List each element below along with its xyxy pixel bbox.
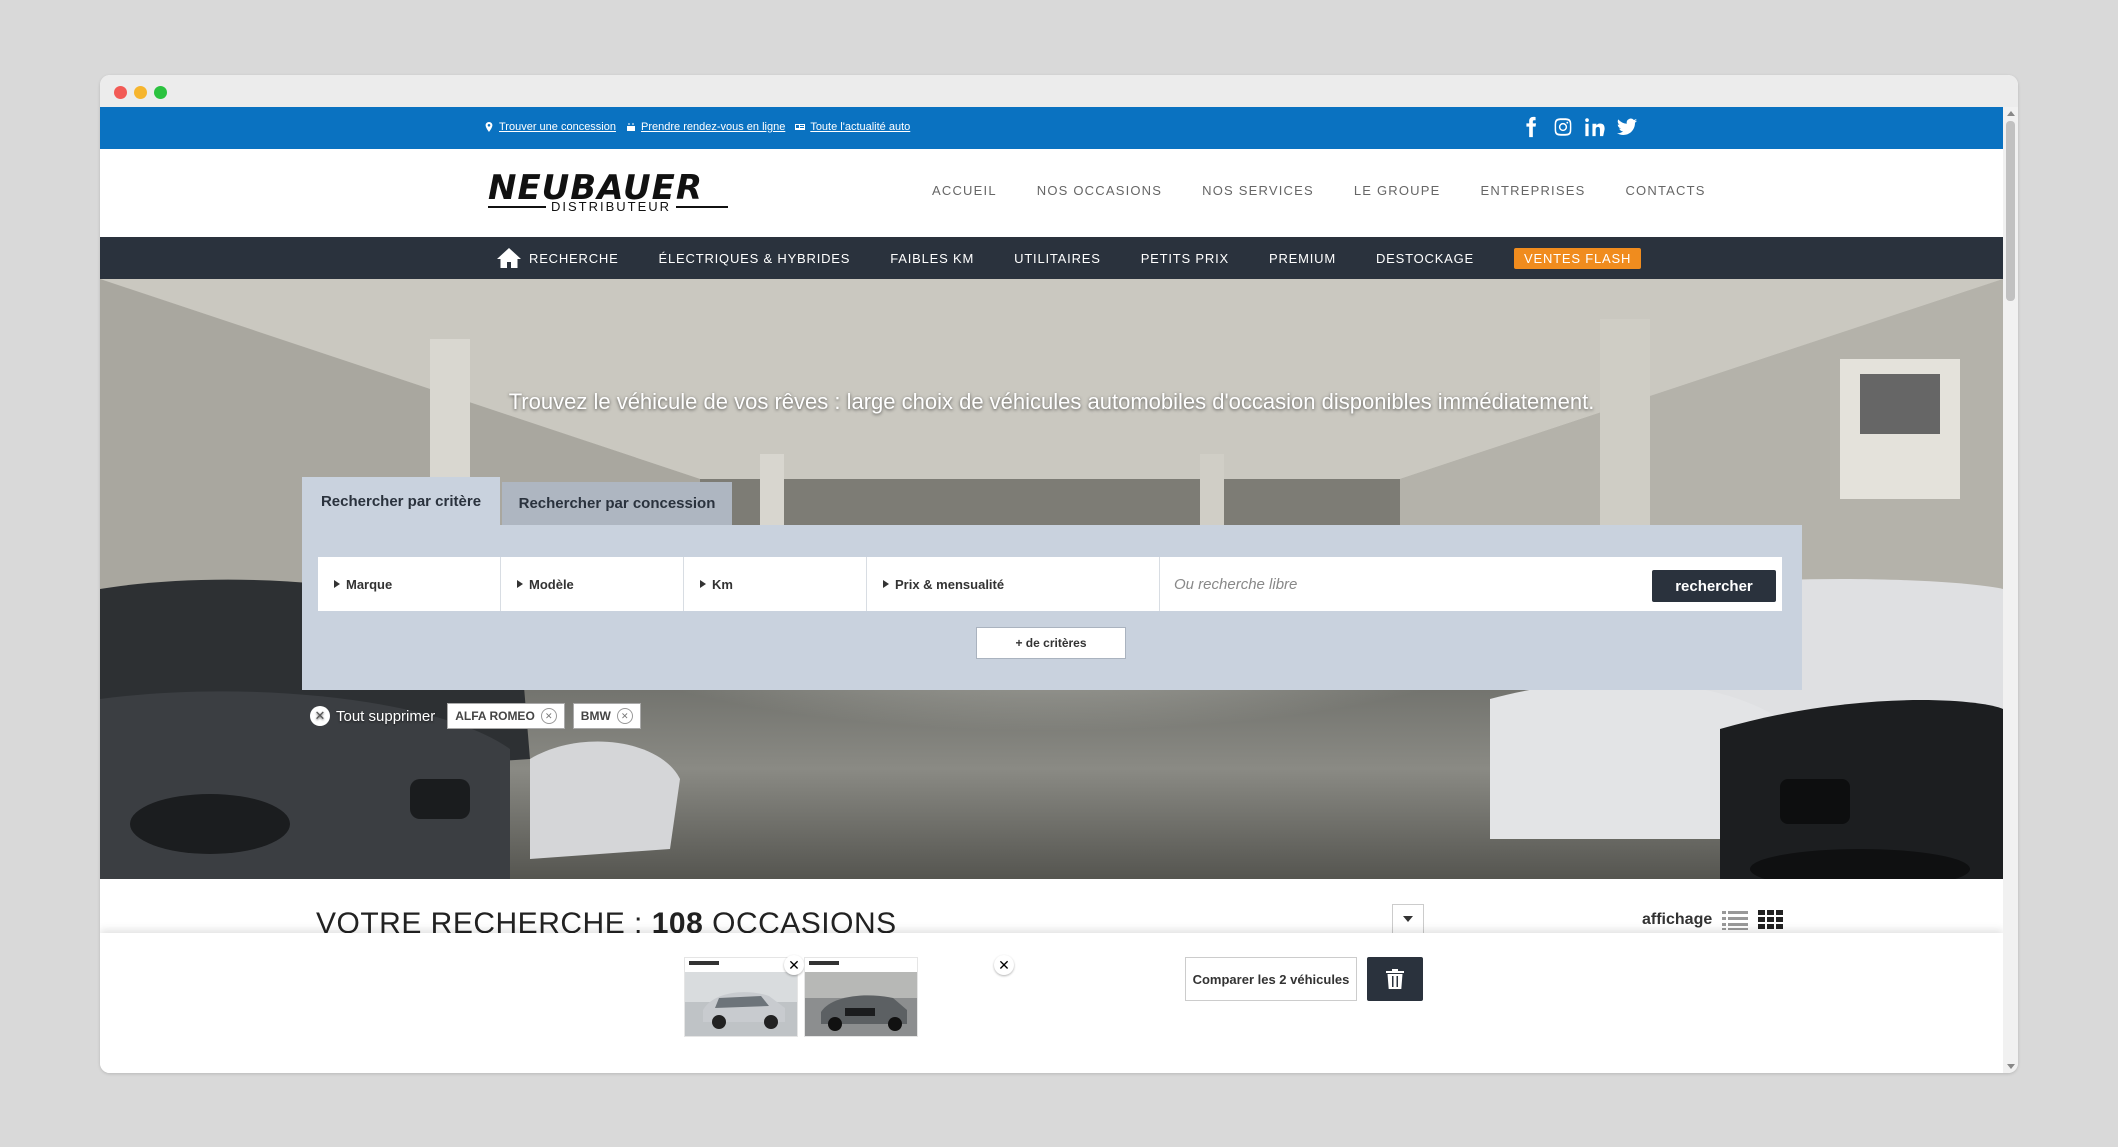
linkedin-icon[interactable]: [1584, 116, 1606, 138]
newspaper-icon: [795, 124, 806, 130]
chevron-down-icon: [1403, 916, 1413, 922]
twitter-icon[interactable]: [1616, 116, 1638, 138]
find-dealer-label: Trouver une concession: [499, 121, 616, 133]
model-select[interactable]: Modèle: [501, 557, 684, 611]
price-select-label: Prix & mensualité: [895, 576, 1005, 592]
more-criteria-button[interactable]: + de critères: [976, 627, 1126, 659]
close-window-icon[interactable]: [114, 86, 127, 99]
scrollbar-thumb[interactable]: [2006, 121, 2015, 301]
category-recherche-label: RECHERCHE: [529, 250, 619, 266]
category-petits-prix[interactable]: PETITS PRIX: [1141, 251, 1229, 266]
logo-sub-text: DISTRIBUTEUR: [546, 200, 677, 213]
trash-icon: [1386, 969, 1404, 989]
vehicle-photo: [805, 958, 917, 1036]
display-mode-label: affichage: [1642, 911, 1713, 928]
appointment-label: Prendre rendez-vous en ligne: [641, 121, 786, 133]
caret-right-icon: [517, 580, 523, 588]
category-faibles-km[interactable]: FAIBLES KM: [890, 251, 974, 266]
category-premium[interactable]: PREMIUM: [1269, 251, 1336, 266]
nav-nos-services[interactable]: NOS SERVICES: [1202, 183, 1314, 198]
filter-chip-alfa-romeo[interactable]: ALFA ROMEO ✕: [447, 703, 565, 729]
sort-dropdown[interactable]: [1392, 904, 1424, 934]
find-dealer-link[interactable]: Trouver une concession: [484, 121, 616, 133]
category-ventes-flash[interactable]: VENTES FLASH: [1514, 247, 1642, 269]
instagram-icon[interactable]: [1552, 116, 1574, 138]
remove-filter-icon[interactable]: ✕: [540, 708, 557, 724]
caret-right-icon: [334, 580, 340, 588]
search-panel: Marque Modèle Km Prix & mensualité Ou re…: [302, 525, 1802, 690]
scroll-down-icon[interactable]: [2007, 1064, 2015, 1069]
tab-search-by-dealer[interactable]: Rechercher par concession: [502, 482, 732, 525]
compare-vehicle-thumbnail[interactable]: [804, 957, 918, 1037]
nav-entreprises[interactable]: ENTREPRISES: [1481, 183, 1586, 198]
minimize-window-icon[interactable]: [134, 86, 147, 99]
remove-compare-icon[interactable]: ✕: [994, 955, 1014, 975]
web-page: Trouver une concession Prendre rendez-vo…: [100, 107, 2003, 1073]
active-filters: ✕ Tout supprimer ALFA ROMEO ✕ BMW ✕: [310, 703, 641, 729]
clear-all-filters[interactable]: ✕ Tout supprimer: [310, 706, 435, 726]
hero-banner: Trouvez le véhicule de vos rêves : large…: [100, 279, 2003, 879]
category-recherche[interactable]: RECHERCHE: [497, 247, 619, 269]
nav-accueil[interactable]: ACCUEIL: [932, 183, 997, 198]
main-nav: ACCUEIL NOS OCCASIONS NOS SERVICES LE GR…: [932, 183, 1746, 198]
compare-bar: ✕ ✕ Comparer les 2 véhicules: [100, 933, 2003, 1073]
news-label: Toute l'actualité auto: [810, 121, 911, 133]
category-destockage[interactable]: DESTOCKAGE: [1376, 251, 1474, 266]
display-mode: affichage: [1642, 909, 1784, 931]
price-select[interactable]: Prix & mensualité: [867, 557, 1160, 611]
scroll-up-icon[interactable]: [2007, 111, 2015, 116]
km-select-label: Km: [712, 576, 733, 592]
window-titlebar: [100, 75, 2018, 107]
filter-chip-label: BMW: [580, 709, 611, 723]
list-view-icon[interactable]: [1722, 909, 1749, 931]
compare-vehicle-thumbnail[interactable]: [684, 957, 798, 1037]
clear-all-label: Tout supprimer: [336, 707, 436, 725]
filter-chip-label: ALFA ROMEO: [455, 709, 535, 723]
facebook-icon[interactable]: [1520, 116, 1542, 138]
grid-view-icon[interactable]: [1758, 909, 1784, 931]
model-select-label: Modèle: [529, 576, 574, 592]
close-circle-icon: ✕: [310, 706, 330, 726]
brand-select[interactable]: Marque: [318, 557, 501, 611]
free-search-input[interactable]: Ou recherche libre: [1160, 557, 1640, 611]
home-icon: [497, 248, 521, 268]
map-pin-icon: [485, 122, 493, 132]
nav-contacts[interactable]: CONTACTS: [1625, 183, 1705, 198]
compare-vehicles-button[interactable]: Comparer les 2 véhicules: [1185, 957, 1357, 1001]
news-link[interactable]: Toute l'actualité auto: [795, 121, 910, 133]
top-bar: Trouver une concession Prendre rendez-vo…: [100, 107, 2003, 149]
filter-chip-bmw[interactable]: BMW ✕: [572, 703, 641, 729]
vehicle-photo: [685, 958, 797, 1036]
appointment-link[interactable]: Prendre rendez-vous en ligne: [626, 121, 785, 133]
nav-nos-occasions[interactable]: NOS OCCASIONS: [1037, 183, 1162, 198]
nav-le-groupe[interactable]: LE GROUPE: [1354, 183, 1441, 198]
calendar-icon: [627, 123, 635, 131]
category-utilitaires[interactable]: UTILITAIRES: [1014, 251, 1101, 266]
remove-compare-icon[interactable]: ✕: [784, 955, 804, 975]
site-header: NEUBAUER DISTRIBUTEUR ACCUEIL NOS OCCASI…: [100, 149, 2003, 237]
site-logo[interactable]: NEUBAUER DISTRIBUTEUR: [488, 171, 728, 215]
hero-title: Trouvez le véhicule de vos rêves : large…: [508, 389, 1595, 414]
caret-right-icon: [700, 580, 706, 588]
brand-select-label: Marque: [346, 576, 393, 592]
clear-compare-button[interactable]: [1367, 957, 1423, 1001]
browser-window: Trouver une concession Prendre rendez-vo…: [100, 75, 2018, 1073]
category-nav: RECHERCHE ÉLECTRIQUES & HYBRIDES FAIBLES…: [100, 237, 2003, 279]
caret-right-icon: [883, 580, 889, 588]
km-select[interactable]: Km: [684, 557, 867, 611]
search-button[interactable]: rechercher: [1652, 570, 1776, 602]
page-scrollbar[interactable]: [2003, 107, 2018, 1073]
tab-search-by-criteria[interactable]: Rechercher par critère: [302, 477, 500, 525]
maximize-window-icon[interactable]: [154, 86, 167, 99]
category-electriques-hybrides[interactable]: ÉLECTRIQUES & HYBRIDES: [659, 251, 851, 266]
search-fields: Marque Modèle Km Prix & mensualité Ou re…: [318, 557, 1782, 611]
remove-filter-icon[interactable]: ✕: [616, 708, 633, 724]
